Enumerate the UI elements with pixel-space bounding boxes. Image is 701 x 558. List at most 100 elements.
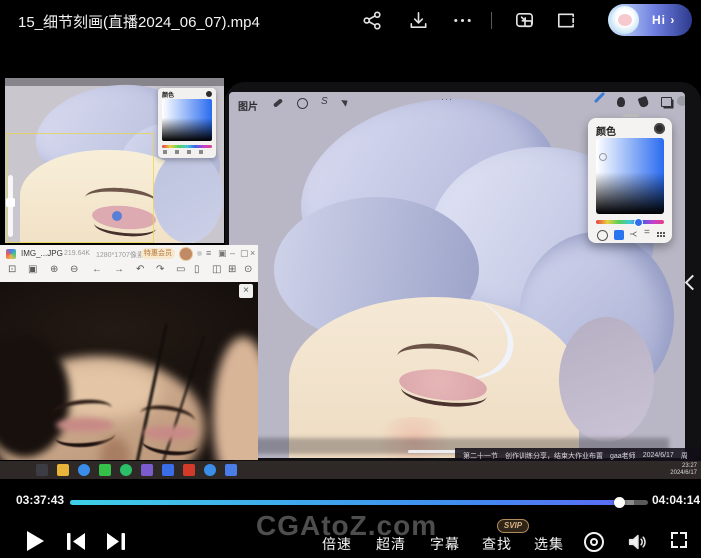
viewer-filesize: 219.64K xyxy=(64,250,90,257)
topbar-divider xyxy=(491,12,492,29)
pip-color-panel: 颜色 xyxy=(158,88,216,158)
banner-date: 2024/6/17 xyxy=(643,452,674,459)
pip-sidebar-button xyxy=(6,198,15,207)
pen-app-icon xyxy=(162,464,174,476)
viewer-status-dot xyxy=(197,251,202,256)
volume-icon[interactable] xyxy=(626,531,648,553)
fs-corner xyxy=(680,541,687,548)
reference-photo: × xyxy=(0,282,258,460)
viewer-settings-icon: ⊙ xyxy=(244,265,252,275)
wrench-icon xyxy=(273,98,283,107)
account-pill[interactable]: Hi › xyxy=(608,4,692,36)
clock-time: 23:27 xyxy=(670,463,697,470)
viewer-delete-icon: ▭ xyxy=(176,265,185,275)
account-label: Hi › xyxy=(652,13,675,27)
viewer-fullscreen-icon: ⊡ xyxy=(8,265,16,275)
hue-slider xyxy=(596,220,664,224)
speed-button[interactable]: 倍速 xyxy=(322,534,352,554)
next-button[interactable] xyxy=(104,531,128,552)
viewer-zoom-out-icon: ⊖ xyxy=(70,265,78,275)
office-w-icon xyxy=(183,464,195,476)
download-icon[interactable] xyxy=(407,9,430,32)
selection-icon: S xyxy=(321,96,328,107)
brush-icon xyxy=(594,92,605,103)
pip-color-history-icon xyxy=(206,91,212,97)
banner-teacher: gaa老师 xyxy=(610,451,636,461)
hue-slider-thumb xyxy=(634,218,643,227)
fullscreen-icon[interactable] xyxy=(671,532,687,548)
file-explorer-icon xyxy=(57,464,69,476)
color-selector-ring xyxy=(599,153,607,161)
subtitles-button[interactable]: 字幕 xyxy=(430,534,460,554)
viewer-logo xyxy=(6,249,16,259)
saturation-square xyxy=(596,138,664,214)
painting-ear-shadow xyxy=(559,317,654,442)
svip-badge: SVIP xyxy=(497,519,529,533)
episodes-button[interactable]: 选集 xyxy=(534,534,564,554)
banner-topic: 创作训练分享，结束大作业布置 xyxy=(505,451,603,461)
task-view-icon xyxy=(36,464,48,476)
panel-drag-handle xyxy=(623,114,639,117)
seek-thumb[interactable] xyxy=(614,497,625,508)
more-icon[interactable] xyxy=(451,9,474,32)
pip-saturation-square xyxy=(162,99,212,141)
disc-mode-icon xyxy=(597,230,608,241)
pip-color-panel-title: 颜色 xyxy=(162,90,174,99)
image-viewer-window: IMG_...JPG 219.64K 1280*1707像素 特惠会员 ≡ ▣ … xyxy=(0,245,258,283)
seek-bar[interactable] xyxy=(70,500,648,505)
banner-weekday: 周 xyxy=(681,451,688,461)
video-frame[interactable]: 图片 S ··· 颜色 xyxy=(0,45,701,487)
adjustments-icon xyxy=(297,98,308,109)
play-button[interactable] xyxy=(27,531,44,551)
capture-selection-rect xyxy=(6,133,154,243)
share-icon[interactable] xyxy=(361,9,384,32)
eraser-icon xyxy=(638,96,650,108)
design-app-icon xyxy=(141,464,153,476)
fs-corner xyxy=(680,532,687,539)
search-button[interactable]: 查找 xyxy=(482,534,512,554)
layers-icon xyxy=(661,97,672,107)
harmony-mode-icon: Y xyxy=(628,231,638,237)
banner-lesson: 第二十一节 xyxy=(463,451,498,461)
active-color-swatch xyxy=(677,96,685,106)
viewer-compare-icon: ◫ xyxy=(212,265,221,275)
smudge-icon xyxy=(617,97,625,107)
duration: 04:04:14 xyxy=(652,493,700,507)
video-title: 15_细节刻画(直播2024_06_07).mp4 xyxy=(18,11,260,32)
value-mode-icon: = xyxy=(644,227,650,238)
viewer-maximize-icon: ▢ xyxy=(240,249,249,258)
wechat-icon xyxy=(99,464,111,476)
pip-mode-icons xyxy=(163,150,211,154)
procreate-gallery-button: 图片 xyxy=(238,98,258,113)
viewer-menu-icon: ≡ xyxy=(206,249,211,258)
pip-hue-slider xyxy=(162,145,212,148)
audio-mode-icon[interactable] xyxy=(584,532,604,552)
viewer-phone-icon: ▯ xyxy=(194,265,200,275)
mini-player-icon[interactable] xyxy=(513,9,536,32)
fs-corner xyxy=(671,541,678,548)
viewer-fit-icon: ▣ xyxy=(28,265,37,275)
viewer-prev-icon: ← xyxy=(92,265,102,275)
current-time: 03:37:43 xyxy=(16,493,64,507)
video-player-window: 15_细节刻画(直播2024_06_07).mp4 Hi › xyxy=(0,0,701,558)
member-badge: 特惠会员 xyxy=(141,248,175,259)
viewer-minimize-icon: – xyxy=(230,249,235,258)
cast-screen-icon[interactable] xyxy=(554,9,577,32)
viewer-next-icon: → xyxy=(114,265,124,275)
video-app-icon xyxy=(120,464,132,476)
edge-icon xyxy=(204,464,216,476)
taskbar-clock: 23:27 2024/6/17 xyxy=(670,463,697,477)
color-panel: 颜色 Y = xyxy=(588,118,672,243)
audio-mode-inner-dot xyxy=(590,538,598,546)
color-history-icon xyxy=(654,123,665,134)
viewer-rotate-right-icon: ↷ xyxy=(156,265,164,275)
viewer-rotate-left-icon: ↶ xyxy=(136,265,144,275)
clock-date: 2024/6/17 xyxy=(670,470,697,477)
transform-icon xyxy=(341,97,350,106)
previous-button[interactable] xyxy=(64,531,88,552)
viewer-layout-icon: ▣ xyxy=(218,249,227,258)
avatar xyxy=(611,6,639,34)
browser-icon xyxy=(78,464,90,476)
quality-button[interactable]: 超清 xyxy=(376,534,406,554)
windows-taskbar: 23:27 2024/6/17 xyxy=(0,461,701,479)
